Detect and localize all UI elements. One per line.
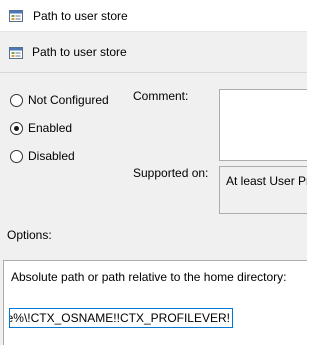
options-label: Options: [7, 228, 52, 242]
policy-setting-icon [8, 8, 24, 24]
setting-name: Path to user store [32, 45, 127, 59]
policy-setting-icon [8, 45, 24, 61]
radio-selected-dot [14, 125, 19, 131]
options-panel: Absolute path or path relative to the ho… [3, 260, 307, 345]
radio-not-configured[interactable]: Not Configured [10, 92, 109, 108]
title-bar[interactable]: Path to user store [0, 0, 307, 32]
radio-disabled[interactable]: Disabled [10, 148, 75, 164]
comment-textarea[interactable] [219, 89, 307, 161]
path-description: Absolute path or path relative to the ho… [11, 270, 287, 284]
radio-enabled[interactable]: Enabled [10, 120, 72, 136]
radio-label: Disabled [28, 149, 75, 163]
radio-circle[interactable] [10, 149, 23, 163]
header-divider [0, 72, 307, 73]
comment-label: Comment: [133, 89, 189, 103]
radio-label: Enabled [28, 121, 73, 135]
radio-circle[interactable] [10, 93, 23, 107]
supported-on-box: At least User Pro [219, 166, 307, 214]
policy-setting-window: Path to user store Path to user store No… [0, 0, 307, 345]
supported-on-label: Supported on: [133, 166, 209, 180]
radio-circle[interactable] [10, 121, 23, 135]
supported-on-value: At least User Pro [226, 174, 307, 188]
radio-label: Not Configured [28, 93, 109, 107]
window-title: Path to user store [33, 9, 128, 23]
setting-header: Path to user store [0, 32, 307, 72]
path-input-value: ame%\!CTX_OSNAME!!CTX_PROFILEVER! [9, 311, 230, 325]
user-store-path-input[interactable]: ame%\!CTX_OSNAME!!CTX_PROFILEVER! [9, 308, 233, 328]
